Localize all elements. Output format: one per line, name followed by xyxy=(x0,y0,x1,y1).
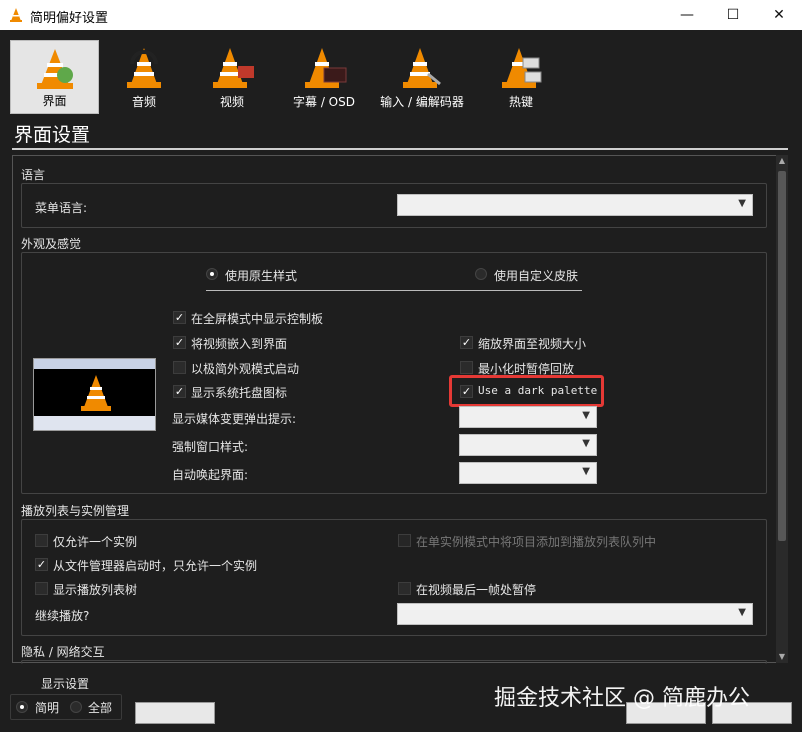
close-button[interactable]: ✕ xyxy=(756,0,802,30)
scroll-thumb[interactable] xyxy=(778,171,786,541)
chevron-down-icon: ▼ xyxy=(582,466,590,477)
privacy-group-title: 隐私 / 网络交互 xyxy=(21,645,105,659)
force-window-select[interactable]: ▼ xyxy=(459,434,597,456)
page-title: 界面设置 xyxy=(14,124,91,146)
interface-cone-icon xyxy=(36,49,73,89)
tab-hotkeys[interactable]: 热键 xyxy=(488,40,554,114)
chevron-down-icon: ▼ xyxy=(738,607,746,618)
show-tree-label: 显示播放列表树 xyxy=(53,583,138,597)
audio-cone-icon xyxy=(127,48,161,88)
file-manager-single-checkbox[interactable]: ✓ xyxy=(35,558,48,571)
preview-menubar xyxy=(34,359,155,369)
video-cone-icon xyxy=(213,48,254,88)
native-style-label: 使用原生样式 xyxy=(225,269,298,283)
tab-video-label: 视频 xyxy=(219,95,244,109)
preview-cone-icon xyxy=(81,375,111,411)
force-window-label: 强制窗口样式: xyxy=(172,440,249,454)
chevron-down-icon: ▼ xyxy=(582,438,590,449)
minimal-view-checkbox[interactable] xyxy=(173,361,186,374)
all-radio[interactable] xyxy=(70,701,82,713)
tab-codecs-label: 输入 / 编解码器 xyxy=(380,95,464,109)
tab-video[interactable]: 视频 xyxy=(196,40,268,114)
simple-label: 简明 xyxy=(35,701,60,715)
fullscreen-controller-label: 在全屏模式中显示控制板 xyxy=(191,312,324,326)
pause-last-frame-label: 在视频最后一帧处暂停 xyxy=(416,583,537,597)
auto-raise-select[interactable]: ▼ xyxy=(459,462,597,484)
title-bar: 简明偏好设置 — ☐ ✕ xyxy=(0,0,802,30)
tab-audio-label: 音频 xyxy=(131,95,156,109)
maximize-button[interactable]: ☐ xyxy=(710,0,756,30)
minimal-view-label: 以极简外观模式启动 xyxy=(191,362,300,376)
codec-cone-icon xyxy=(403,48,441,88)
pause-last-frame-checkbox[interactable] xyxy=(398,582,411,595)
embed-video-checkbox[interactable]: ✓ xyxy=(173,336,186,349)
vertical-scrollbar[interactable]: ▲ ▼ xyxy=(776,155,788,663)
single-instance-checkbox[interactable] xyxy=(35,534,48,547)
resize-to-video-checkbox[interactable]: ✓ xyxy=(460,336,473,349)
resume-playback-select[interactable]: ▼ xyxy=(397,603,753,625)
chevron-down-icon: ▼ xyxy=(582,410,590,421)
resume-playback-label: 继续播放? xyxy=(35,609,90,623)
preview-controlbar xyxy=(34,416,155,430)
systray-icon-checkbox[interactable]: ✓ xyxy=(173,385,186,398)
tab-audio[interactable]: 音频 xyxy=(108,40,180,114)
enqueue-single-label: 在单实例模式中将项目添加到播放列表队列中 xyxy=(416,535,657,549)
show-settings-label: 显示设置 xyxy=(41,677,90,691)
enqueue-single-checkbox[interactable] xyxy=(398,534,411,547)
scroll-up-arrow-icon[interactable]: ▲ xyxy=(776,155,788,167)
all-label: 全部 xyxy=(88,701,113,715)
playlist-group-title: 播放列表与实例管理 xyxy=(21,504,130,518)
menu-language-select[interactable]: ▼ xyxy=(397,194,753,216)
tab-subtitles-osd[interactable]: 字幕 / OSD xyxy=(284,40,364,114)
scroll-down-arrow-icon[interactable]: ▼ xyxy=(776,651,788,663)
hotkey-cone-icon xyxy=(502,48,542,88)
tab-input-codecs[interactable]: 输入 / 编解码器 xyxy=(372,40,472,114)
tab-subtitles-label: 字幕 / OSD xyxy=(293,95,355,109)
window-title: 简明偏好设置 xyxy=(30,11,109,26)
media-popup-select[interactable]: ▼ xyxy=(459,406,597,428)
appearance-group-title: 外观及感觉 xyxy=(21,237,82,251)
custom-skin-label: 使用自定义皮肤 xyxy=(494,269,579,283)
fullscreen-controller-checkbox[interactable]: ✓ xyxy=(173,311,186,324)
resize-to-video-label: 缩放界面至视频大小 xyxy=(478,337,587,351)
native-style-radio[interactable] xyxy=(206,268,218,280)
subtitle-cone-icon xyxy=(305,48,347,88)
show-tree-checkbox[interactable] xyxy=(35,582,48,595)
reset-preferences-button[interactable] xyxy=(135,702,215,724)
minimize-button[interactable]: — xyxy=(664,0,710,30)
embed-video-label: 将视频嵌入到界面 xyxy=(191,337,288,351)
menu-language-label: 菜单语言: xyxy=(35,201,88,215)
title-divider xyxy=(12,148,788,150)
media-popup-label: 显示媒体变更弹出提示: xyxy=(172,412,297,426)
category-toolbar: 界面 音频 视频 字幕 / OSD 输入 / 编解码器 热键 xyxy=(0,30,802,114)
language-group-title: 语言 xyxy=(21,168,46,182)
tab-interface[interactable]: 界面 xyxy=(10,40,99,114)
skin-divider xyxy=(206,290,582,291)
single-instance-label: 仅允许一个实例 xyxy=(53,535,138,549)
interface-preview-image xyxy=(33,358,156,431)
systray-icon-label: 显示系统托盘图标 xyxy=(191,386,288,400)
pause-minimized-checkbox[interactable] xyxy=(460,361,473,374)
custom-skin-radio[interactable] xyxy=(475,268,487,280)
simple-radio[interactable] xyxy=(16,701,28,713)
chevron-down-icon: ▼ xyxy=(738,198,746,209)
privacy-group-box xyxy=(21,660,767,664)
tab-interface-label: 界面 xyxy=(42,94,67,108)
vlc-cone-icon xyxy=(8,7,24,23)
auto-raise-label: 自动唤起界面: xyxy=(172,468,249,482)
dark-palette-highlight-box xyxy=(449,375,604,407)
tab-hotkeys-label: 热键 xyxy=(508,95,533,109)
file-manager-single-label: 从文件管理器启动时，只允许一个实例 xyxy=(53,559,258,573)
watermark: 掘金技术社区 @ 简鹿办公 xyxy=(494,686,750,711)
